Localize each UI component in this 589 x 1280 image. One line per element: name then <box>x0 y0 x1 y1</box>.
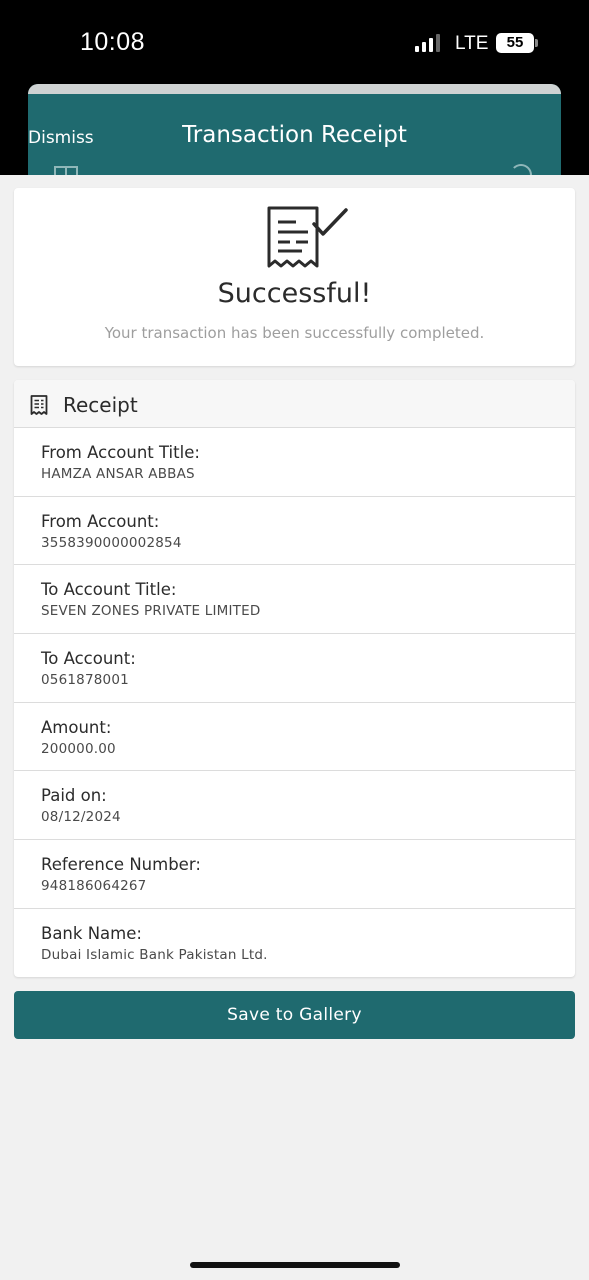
receipt-card: Receipt From Account Title: HAMZA ANSAR … <box>14 380 575 977</box>
row-value: 0561878001 <box>41 672 129 689</box>
status-bar: 10:08 LTE 55 Dismiss Transaction Receipt <box>0 0 589 175</box>
receipt-row-from-account: From Account: 3558390000002854 <box>14 497 575 566</box>
row-label: From Account: <box>41 511 160 531</box>
receipt-header-label: Receipt <box>63 393 138 417</box>
row-label: From Account Title: <box>41 443 200 462</box>
row-value: SEVEN ZONES PRIVATE LIMITED <box>41 603 261 620</box>
row-label: Amount: <box>41 717 112 737</box>
receipt-row-from-account-title: From Account Title: HAMZA ANSAR ABBAS <box>14 428 575 497</box>
signal-strength-icon <box>415 34 440 52</box>
receipt-row-reference-number: Reference Number: 948186064267 <box>14 840 575 909</box>
row-label: Paid on: <box>41 786 107 806</box>
receipt-row-to-account: To Account: 0561878001 <box>14 634 575 703</box>
row-label: Bank Name: <box>41 923 142 943</box>
home-indicator[interactable] <box>190 1262 400 1268</box>
success-card: Successful! Your transaction has been su… <box>14 188 575 366</box>
refresh-icon <box>510 164 532 175</box>
receipt-row-bank-name: Bank Name: Dubai Islamic Bank Pakistan L… <box>14 909 575 977</box>
row-value: HAMZA ANSAR ABBAS <box>41 466 195 482</box>
success-title: Successful! <box>217 278 372 309</box>
receipt-icon <box>30 395 48 415</box>
page-title: Transaction Receipt <box>182 122 407 148</box>
grid-icon <box>54 166 78 175</box>
status-time: 10:08 <box>80 28 146 56</box>
row-label: To Account Title: <box>41 580 177 600</box>
row-value: 3558390000002854 <box>41 534 182 551</box>
header-sheet: Dismiss Transaction Receipt <box>28 84 561 175</box>
receipt-row-amount: Amount: 200000.00 <box>14 703 575 772</box>
row-label: Reference Number: <box>41 855 201 875</box>
battery-icon: 55 <box>496 33 534 53</box>
save-to-gallery-button[interactable]: Save to Gallery <box>14 991 575 1039</box>
row-value: 948186064267 <box>41 878 147 895</box>
sheet-handle[interactable] <box>28 84 561 94</box>
row-value: Dubai Islamic Bank Pakistan Ltd. <box>41 946 268 963</box>
receipt-row-to-account-title: To Account Title: SEVEN ZONES PRIVATE LI… <box>14 565 575 635</box>
battery-tip <box>535 39 538 47</box>
receipt-header: Receipt <box>14 380 575 428</box>
row-label: To Account: <box>41 649 136 669</box>
receipt-check-icon <box>267 206 348 268</box>
row-value: 200000.00 <box>41 740 116 757</box>
success-message: Your transaction has been successfully c… <box>104 324 485 342</box>
row-value: 08/12/2024 <box>41 809 121 826</box>
network-type: LTE <box>455 33 489 54</box>
receipt-row-paid-on: Paid on: 08/12/2024 <box>14 771 575 841</box>
